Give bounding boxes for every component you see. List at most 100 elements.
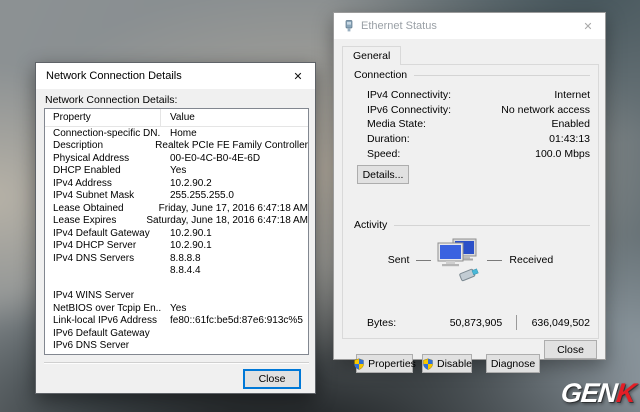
- value-cell: 10.2.90.1: [161, 228, 308, 239]
- property-cell: IPv4 Default Gateway: [45, 228, 161, 239]
- value-cell: Yes: [161, 303, 308, 314]
- table-row[interactable]: IPv4 WINS Server: [45, 290, 308, 303]
- tab-general[interactable]: General: [342, 46, 401, 65]
- property-cell: IPv6 DNS Server: [45, 340, 161, 351]
- disable-button-label: Disable: [437, 358, 472, 370]
- group-line: [394, 225, 590, 226]
- property-cell: IPv4 WINS Server: [45, 290, 161, 301]
- listview-rows: Connection-specific DN... Home Descripti…: [45, 127, 308, 352]
- property-cell: IPv4 Address: [45, 178, 161, 189]
- value-cell: 8.8.4.4: [161, 265, 308, 276]
- table-row[interactable]: IPv4 Default Gateway 10.2.90.1: [45, 227, 308, 240]
- table-row[interactable]: 8.8.4.4: [45, 265, 308, 278]
- value-cell: Saturday, June 18, 2016 6:47:18 AM: [137, 215, 308, 226]
- disable-button[interactable]: Disable: [422, 354, 472, 373]
- network-connection-details-dialog: Network Connection Details ✕ Network Con…: [35, 62, 316, 394]
- property-cell: IPv4 DHCP Server: [45, 240, 161, 251]
- sent-dash: [416, 260, 431, 261]
- status-value: 100.0 Mbps: [535, 148, 590, 160]
- table-row[interactable]: Physical Address 00-E0-4C-B0-4E-6D: [45, 152, 308, 165]
- property-cell: IPv4 DNS Servers: [45, 253, 161, 264]
- property-cell: Link-local IPv6 Address: [45, 315, 161, 326]
- table-row[interactable]: Connection-specific DN... Home: [45, 127, 308, 140]
- sent-label: Sent: [388, 254, 410, 266]
- diagnose-button[interactable]: Diagnose: [486, 354, 540, 373]
- table-row[interactable]: IPv4 Subnet Mask 255.255.255.0: [45, 190, 308, 203]
- bytes-received-value: 636,049,502: [517, 317, 590, 329]
- table-row[interactable]: IPv4 Address 10.2.90.2: [45, 177, 308, 190]
- value-cell: 10.2.90.1: [161, 240, 308, 251]
- property-cell: IPv6 Default Gateway: [45, 328, 161, 339]
- bytes-row: Bytes: 50,873,905 636,049,502: [367, 315, 590, 330]
- network-computers-icon: [436, 238, 482, 282]
- genk-logo-gen: GEN: [559, 378, 618, 408]
- listview-header: Property Value: [45, 109, 308, 127]
- table-row[interactable]: IPv4 DHCP Server 10.2.90.1: [45, 240, 308, 253]
- connection-rows: IPv4 Connectivity: Internet IPv6 Connect…: [367, 88, 590, 161]
- table-row[interactable]: IPv6 Default Gateway: [45, 327, 308, 340]
- group-line: [414, 75, 590, 76]
- ncd-close-button[interactable]: Close: [243, 369, 301, 389]
- bytes-sent-value: 50,873,905: [439, 317, 516, 329]
- table-row[interactable]: IPv6 DNS Server: [45, 340, 308, 353]
- value-cell: 255.255.255.0: [161, 190, 308, 201]
- general-tab-page: Connection IPv4 Connectivity: Internet I…: [342, 64, 599, 339]
- properties-button-label: Properties: [368, 358, 416, 370]
- status-label: IPv6 Connectivity:: [367, 104, 451, 116]
- value-cell: Friday, June 17, 2016 6:47:18 AM: [150, 203, 308, 214]
- genk-logo-k: K: [615, 378, 637, 408]
- status-row: Speed: 100.0 Mbps: [367, 146, 590, 161]
- ncd-titlebar[interactable]: Network Connection Details ✕: [36, 63, 315, 89]
- property-cell: IPv4 Subnet Mask: [45, 190, 161, 201]
- properties-button[interactable]: Properties: [356, 354, 413, 373]
- table-row[interactable]: Link-local IPv6 Address fe80::61fc:be5d:…: [45, 315, 308, 328]
- ncd-window-title: Network Connection Details: [36, 70, 281, 82]
- ethernet-plug-icon: [343, 20, 355, 32]
- action-buttons: Properties Disable Diagnose: [356, 354, 540, 373]
- status-label: IPv4 Connectivity:: [367, 89, 451, 101]
- status-row: Duration: 01:43:13: [367, 132, 590, 147]
- close-icon[interactable]: ✕: [571, 20, 605, 33]
- eth-titlebar[interactable]: Ethernet Status ✕: [334, 13, 605, 39]
- details-button[interactable]: Details...: [357, 165, 409, 184]
- property-cell: Lease Expires: [45, 215, 137, 226]
- value-cell: fe80::61fc:be5d:87e6:913c%5: [161, 315, 308, 326]
- table-row[interactable]: Lease Expires Saturday, June 18, 2016 6:…: [45, 215, 308, 228]
- table-row[interactable]: IPv4 DNS Servers 8.8.8.8: [45, 252, 308, 265]
- received-label: Received: [509, 254, 553, 266]
- uac-shield-icon: [353, 358, 365, 370]
- divider: [44, 362, 309, 364]
- property-cell: DHCP Enabled: [45, 165, 161, 176]
- value-cell: 10.2.90.2: [161, 178, 308, 189]
- value-cell: 8.8.8.8: [161, 253, 308, 264]
- value-cell: 00-E0-4C-B0-4E-6D: [161, 153, 308, 164]
- table-row[interactable]: Lease Obtained Friday, June 17, 2016 6:4…: [45, 202, 308, 215]
- eth-window-title: Ethernet Status: [355, 20, 571, 32]
- close-icon[interactable]: ✕: [281, 70, 315, 83]
- status-label: Speed:: [367, 148, 400, 160]
- property-cell: NetBIOS over Tcpip En...: [45, 303, 161, 314]
- property-cell: Lease Obtained: [45, 203, 150, 214]
- genk-logo: GENK: [559, 378, 636, 409]
- bytes-label: Bytes:: [367, 317, 439, 329]
- ncd-list-label: Network Connection Details:: [45, 94, 177, 106]
- status-value: 01:43:13: [549, 133, 590, 145]
- value-cell: Yes: [161, 165, 308, 176]
- table-row[interactable]: Description Realtek PCIe FE Family Contr…: [45, 140, 308, 153]
- status-value: Internet: [554, 89, 590, 101]
- table-row[interactable]: [45, 277, 308, 290]
- column-header-value[interactable]: Value: [161, 112, 308, 123]
- column-header-property[interactable]: Property: [45, 109, 161, 126]
- property-cell: Physical Address: [45, 153, 161, 164]
- ethernet-status-dialog: Ethernet Status ✕ General Connection IPv…: [333, 12, 606, 360]
- property-cell: Connection-specific DN...: [45, 128, 161, 139]
- table-row[interactable]: NetBIOS over Tcpip En... Yes: [45, 302, 308, 315]
- details-listview[interactable]: Property Value Connection-specific DN...…: [44, 108, 309, 355]
- eth-close-button[interactable]: Close: [544, 340, 597, 359]
- status-row: Media State: Enabled: [367, 117, 590, 132]
- table-row[interactable]: DHCP Enabled Yes: [45, 165, 308, 178]
- value-cell: Realtek PCIe FE Family Controller: [146, 140, 308, 151]
- status-value: Enabled: [551, 118, 590, 130]
- activity-group-label: Activity: [354, 219, 387, 231]
- sent-received-row: Sent Received: [343, 237, 598, 283]
